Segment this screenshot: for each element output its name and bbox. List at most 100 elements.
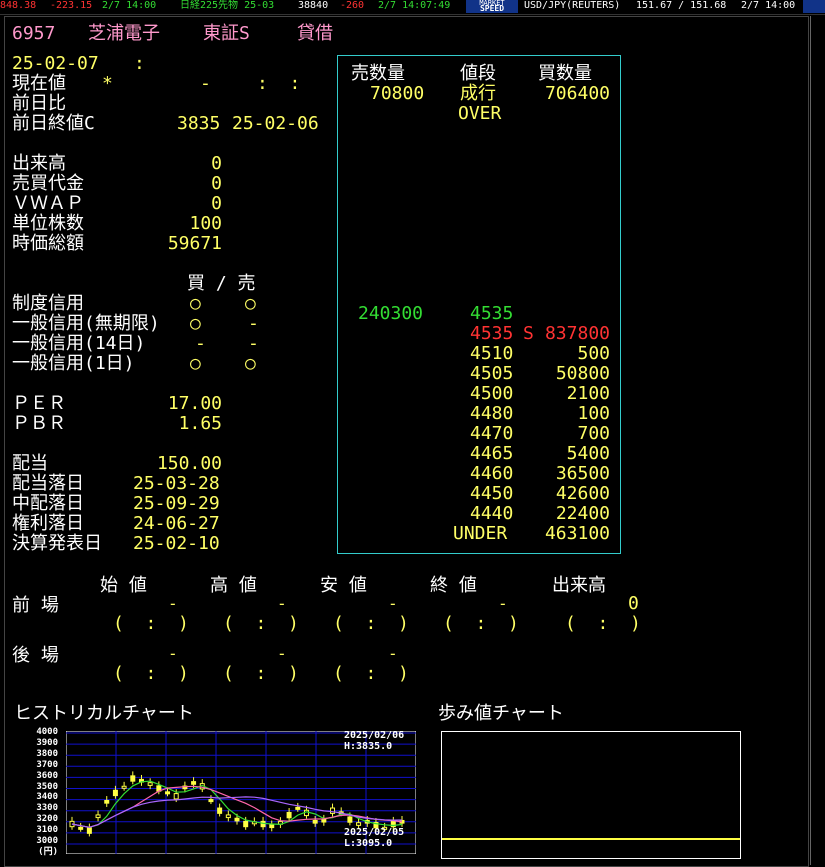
dividend-value: 150.00 <box>156 453 222 474</box>
bid-price: 4460 <box>470 463 514 484</box>
ayumi-chart-title[interactable]: 歩み値チャート <box>438 704 564 724</box>
ticker-fx-name: USD/JPY(REUTERS) <box>524 0 621 11</box>
quote-date: 25-02-07 <box>12 53 99 74</box>
vwap-label: ＶＷＡＰ <box>12 193 84 214</box>
bid-qty: 500 <box>577 343 610 364</box>
morning-open-time: ( : ) <box>113 613 189 634</box>
morning-open: - <box>168 594 178 613</box>
ex-dividend-label: 配当落日 <box>12 473 84 494</box>
credit-label-2: 一般信用(14日) <box>12 333 146 354</box>
bid-qty: 2100 <box>566 383 610 404</box>
credit-label-1: 一般信用(無期限) <box>12 313 160 334</box>
ticker-fx-value: 151.67 / 151.68 <box>636 0 727 11</box>
y-tick-label: 3600 <box>36 770 58 781</box>
current-price-label: 現在値 <box>12 73 66 94</box>
bid-price: 4500 <box>470 383 514 404</box>
credit-header: 買 / 売 <box>187 273 256 294</box>
current-price-time: : : <box>257 73 301 94</box>
ticker-index-value: 848.38 <box>0 0 37 11</box>
volume-label: 出来高 <box>12 153 66 174</box>
candle-body <box>78 826 84 830</box>
vwap-value: 0 <box>211 193 222 214</box>
market-buy-qty: 706400 <box>544 83 610 104</box>
market-cap-value: 59671 <box>167 233 222 254</box>
candle-body <box>356 822 362 826</box>
y-tick-label: 3200 <box>36 814 58 825</box>
market-order-label: 成行 <box>460 83 496 104</box>
morning-low: - <box>388 594 398 613</box>
bid-qty: 42600 <box>555 483 610 504</box>
ex-rights-label: 権利落日 <box>12 513 84 534</box>
special-sell-qty: 240300 <box>358 303 424 324</box>
candle-body <box>330 807 336 814</box>
y-tick-label: 3900 <box>36 737 58 748</box>
bid-qty: 5400 <box>566 443 610 464</box>
morning-high: - <box>277 594 287 613</box>
vertical-scrollbar[interactable] <box>810 16 825 865</box>
prev-close-date: 25-02-06 <box>232 113 319 134</box>
y-tick-label: 3300 <box>36 803 58 814</box>
historical-chart-title[interactable]: ヒストリカルチャート <box>14 704 194 724</box>
market-cap-label: 時価総額 <box>12 233 84 254</box>
ex-rights-date: 24-06-27 <box>133 513 220 534</box>
price-header: 値段 <box>460 63 496 84</box>
pbr-label: ＰＢＲ <box>12 413 66 434</box>
candle-body <box>121 785 127 789</box>
y-tick-label: 3400 <box>36 792 58 803</box>
morning-high-time: ( : ) <box>223 613 299 634</box>
y-tick-label: 3800 <box>36 748 58 759</box>
candle-body <box>286 811 292 819</box>
quote-time: : <box>134 53 145 74</box>
candle-body <box>191 781 197 785</box>
afternoon-high: - <box>277 644 287 663</box>
buy-qty-header: 買数量 <box>538 63 592 84</box>
chart-top-date: 2025/02/06 <box>344 730 405 741</box>
afternoon-open-time: ( : ) <box>113 663 189 684</box>
bid-qty: 700 <box>577 423 610 444</box>
ticker-fx-time: 2/7 14:00 <box>741 0 796 11</box>
ayumi-chart[interactable] <box>441 731 741 859</box>
change-label: 前日比 <box>12 93 66 114</box>
credit-buy-2: - <box>195 333 206 354</box>
under-label: UNDER <box>453 523 508 544</box>
candle-body <box>130 775 136 782</box>
bid-price: 4505 <box>470 363 514 384</box>
volume-header: 出来高 <box>552 575 606 596</box>
special-buy-qty: 837800 <box>544 323 610 344</box>
open-header: 始 値 <box>100 575 147 596</box>
credit-sell-3: ○ <box>245 353 256 374</box>
ticker-index-time: 2/7 14:00 <box>102 0 157 11</box>
afternoon-low: - <box>388 644 398 663</box>
market-speed-logo-2 <box>803 0 825 13</box>
ayumi-price-line <box>442 838 740 840</box>
credit-label-3: 一般信用(1日) <box>12 353 135 374</box>
bid-qty: 100 <box>577 403 610 424</box>
candle-body <box>112 789 118 797</box>
stock-code: 6957 <box>12 23 56 44</box>
afternoon-open: - <box>168 644 178 663</box>
special-buy-price: 4535 <box>470 323 514 344</box>
market-name: 東証S <box>203 23 250 44</box>
morning-volume: 0 <box>628 593 639 614</box>
dividend-label: 配当 <box>12 453 48 474</box>
credit-buy-3: ○ <box>190 353 201 374</box>
morning-low-time: ( : ) <box>333 613 409 634</box>
ticker-futures-time: 2/7 14:07:49 <box>378 0 451 11</box>
morning-close-time: ( : ) <box>443 613 519 634</box>
sell-qty-header: 売数量 <box>351 63 405 84</box>
y-tick-label: 3000 <box>36 836 58 846</box>
morning-close: - <box>498 594 508 613</box>
ticker-futures-value: 38840 <box>298 0 329 11</box>
bid-price: 4470 <box>470 423 514 444</box>
bid-price: 4510 <box>470 343 514 364</box>
candle-body <box>321 818 327 823</box>
candle-body <box>217 807 223 814</box>
candle-body <box>104 799 110 804</box>
candle-body <box>225 814 231 819</box>
credit-sell-2: - <box>248 333 259 354</box>
ticker-index-change: -223.15 <box>50 0 93 11</box>
candle-body <box>295 806 301 810</box>
candle-body <box>86 827 92 834</box>
chart-low-label: L:3095.0 <box>344 838 393 849</box>
credit-buy-1: ○ <box>190 313 201 334</box>
